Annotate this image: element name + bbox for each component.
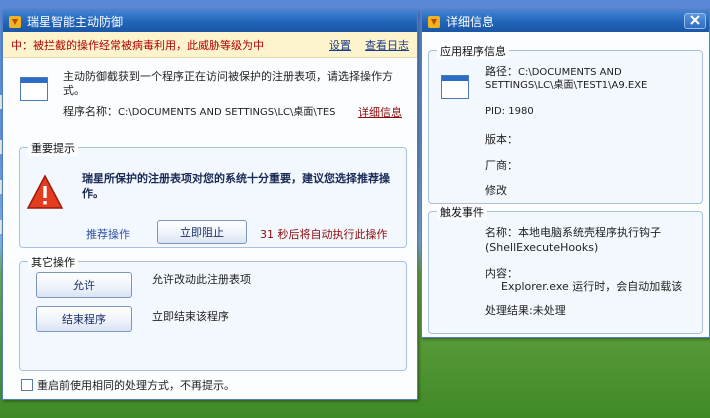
app-path-row: 路径：C:\DOCUMENTS AND SETTINGS\LC\桌面\TEST1… (485, 65, 695, 92)
allow-description: 允许改动此注册表项 (152, 273, 251, 286)
program-name-value: C:\DOCUMENTS AND SETTINGS\LC\桌面\TES (118, 107, 336, 118)
block-now-button[interactable]: 立即阻止 (157, 220, 247, 244)
recommend-label: 推荐操作 (86, 228, 130, 241)
app-info-legend: 应用程序信息 (437, 43, 509, 59)
trigger-event-group: 触发事件 名称：本地电脑系统壳程序执行钩子(ShellExecuteHooks)… (428, 204, 703, 334)
important-tip-legend: 重要提示 (28, 140, 78, 156)
end-program-description: 立即结束该程序 (152, 310, 229, 323)
program-window-icon (20, 77, 48, 101)
trigger-content-value: Explorer.exe 运行时，会自动加载该 (501, 280, 683, 293)
rising-logo-icon (9, 15, 21, 28)
important-tip-group: 重要提示 瑞星所保护的注册表项对您的系统十分重要，建议您选择推荐操作。 推荐操作… (19, 140, 407, 248)
app-version-label: 版本： (485, 133, 518, 146)
countdown-text: 31 秒后将自动执行此操作 (260, 228, 388, 241)
app-info-group: 应用程序信息 路径：C:\DOCUMENTS AND SETTINGS\LC\桌… (428, 43, 703, 204)
main-titlebar[interactable]: 瑞星智能主动防御 (3, 11, 417, 32)
app-path-label: 路径： (485, 65, 518, 78)
other-operations-legend: 其它操作 (28, 254, 78, 270)
threat-level-text: 中：被拦截的操作经常被病毒利用，此威胁等级为中 (11, 38, 264, 52)
details-link[interactable]: 详细信息 (358, 104, 402, 120)
trigger-name-row: 名称：本地电脑系统壳程序执行钩子(ShellExecuteHooks) (485, 225, 697, 255)
details-window: 详细信息 应用程序信息 路径：C:\DOCUMENTS AND SETTINGS… (421, 10, 710, 338)
main-window-title: 瑞星智能主动防御 (27, 15, 124, 29)
intercept-description: 主动防御截获到一个程序正在访问被保护的注册表项，请选择操作方式。 (63, 70, 393, 97)
app-pid: PID: 1980 (485, 106, 534, 117)
trigger-result: 处理结果:未处理 (485, 304, 566, 317)
app-modified-label: 修改 (485, 184, 507, 197)
remember-choice-label: 重启前使用相同的处理方式，不再提示。 (37, 379, 235, 392)
details-window-title: 详细信息 (446, 15, 495, 29)
threat-warning-bar: 中：被拦截的操作经常被病毒利用，此威胁等级为中 设置 查看日志 (3, 32, 417, 58)
other-operations-group: 其它操作 允许 允许改动此注册表项 结束程序 立即结束该程序 (19, 254, 407, 371)
trigger-event-legend: 触发事件 (437, 204, 487, 220)
view-log-link[interactable]: 查看日志 (365, 37, 409, 53)
settings-link[interactable]: 设置 (329, 37, 351, 53)
rising-logo-icon (428, 15, 440, 28)
close-icon (690, 14, 700, 28)
details-close-button[interactable] (684, 13, 706, 29)
important-message: 瑞星所保护的注册表项对您的系统十分重要，建议您选择推荐操作。 (82, 172, 390, 200)
main-window: 瑞星智能主动防御 中：被拦截的操作经常被病毒利用，此威胁等级为中 设置 查看日志… (2, 10, 418, 400)
end-program-button[interactable]: 结束程序 (36, 306, 132, 332)
app-vendor-label: 厂商： (485, 159, 518, 172)
details-titlebar[interactable]: 详细信息 (422, 11, 709, 32)
trigger-name-label: 名称： (485, 226, 518, 239)
remember-choice-row[interactable]: 重启前使用相同的处理方式，不再提示。 (21, 377, 235, 393)
warning-triangle-icon (26, 174, 64, 213)
app-window-icon (441, 75, 469, 99)
program-name-label: 程序名称： (63, 105, 118, 118)
allow-button[interactable]: 允许 (36, 272, 132, 298)
program-name-row: 程序名称：C:\DOCUMENTS AND SETTINGS\LC\桌面\TES (63, 103, 336, 119)
remember-choice-checkbox[interactable] (21, 379, 33, 391)
